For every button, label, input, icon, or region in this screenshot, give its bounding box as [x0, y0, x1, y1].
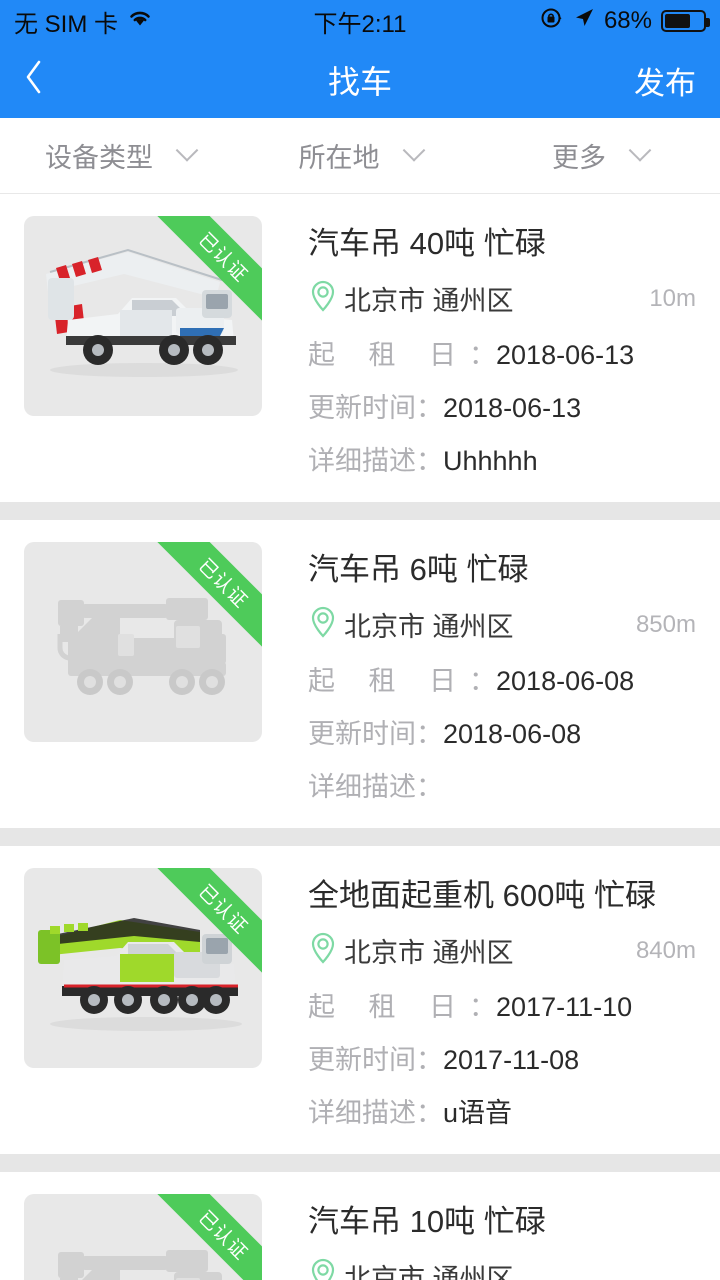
listing-info: 汽车吊 6吨 忙碌 北京市 通州区 850m 起 租 日：2018-06-08 … [262, 542, 696, 804]
listing-card[interactable]: 已认证 全地面起重机 600吨 忙碌 北京市 通州区 840m 起 租 日：20… [0, 846, 720, 1154]
page-title: 找车 [327, 64, 392, 100]
rent-date-value: 2018-06-08 [496, 666, 635, 696]
filter-label: 设备类型 [45, 143, 153, 173]
listing-thumbnail[interactable]: 已认证 [24, 542, 262, 742]
listing-description-row: 详细描述：Uhhhhh [308, 446, 538, 476]
description-value: u语音 [443, 1098, 513, 1128]
listing-title: 汽车吊 40吨 忙碌 [308, 226, 546, 261]
listing-description-row: 详细描述： [308, 772, 443, 802]
rotation-lock-icon [540, 6, 564, 37]
chevron-down-icon [402, 138, 425, 162]
listing-description-row: 详细描述：u语音 [308, 1098, 513, 1128]
listing-title: 汽车吊 10吨 忙碌 [308, 1204, 546, 1239]
update-time-value: 2017-11-08 [443, 1045, 580, 1075]
description-label: 详细描述 [308, 446, 416, 476]
listing-card[interactable]: 已认证 汽车吊 40吨 忙碌 北京市 通州区 10m 起 租 日：2018-06… [0, 194, 720, 502]
listing-location-row: 北京市 通州区 840m [308, 931, 696, 970]
map-pin-icon [308, 931, 338, 970]
listing-thumbnail[interactable]: 已认证 [24, 1194, 262, 1280]
listing-card[interactable]: 已认证 汽车吊 10吨 忙碌 北京市 通州区 起 租 日： 更新时间： 详细描述… [0, 1172, 720, 1280]
listing-location: 北京市 通州区 [344, 938, 514, 968]
status-bar: 无 SIM 卡 下午2:11 68% [0, 0, 720, 42]
rent-date-label: 起 租 日 [308, 666, 470, 696]
rent-date-label: 起 租 日 [308, 340, 470, 370]
list-separator [0, 828, 720, 846]
map-pin-icon [308, 605, 338, 644]
listing-distance: 840m [635, 936, 696, 964]
list-separator [0, 1154, 720, 1172]
listing-location: 北京市 通州区 [344, 1264, 514, 1280]
listing-location-row: 北京市 通州区 [308, 1257, 696, 1280]
battery-icon [661, 10, 710, 32]
listing-info: 汽车吊 10吨 忙碌 北京市 通州区 起 租 日： 更新时间： 详细描述： [262, 1194, 696, 1280]
listing-thumbnail[interactable]: 已认证 [24, 216, 262, 416]
update-time-label: 更新时间 [308, 393, 416, 423]
listing-distance: 850m [635, 610, 696, 638]
wifi-icon [127, 7, 153, 35]
listing-rent-date-row: 起 租 日：2017-11-10 [308, 992, 633, 1022]
rent-date-label: 起 租 日 [308, 992, 470, 1022]
filter-equipment-type[interactable]: 设备类型 [0, 118, 240, 193]
navigation-bar: 找车 发布 [0, 42, 720, 118]
listing-update-time-row: 更新时间：2017-11-08 [308, 1045, 580, 1075]
chevron-down-icon [175, 138, 199, 162]
listing-thumbnail[interactable]: 已认证 [24, 868, 262, 1068]
status-bar-right: 68% [540, 6, 710, 37]
filter-location[interactable]: 所在地 [240, 118, 480, 193]
map-pin-icon [308, 1257, 338, 1280]
listing-location: 北京市 通州区 [344, 612, 514, 642]
filter-label: 所在地 [298, 143, 380, 173]
listing-title: 全地面起重机 600吨 忙碌 [308, 878, 656, 913]
rent-date-value: 2017-11-10 [496, 992, 633, 1022]
listing-location-row: 北京市 通州区 10m [308, 279, 696, 318]
back-button[interactable] [24, 59, 70, 101]
listing-update-time-row: 更新时间：2018-06-13 [308, 393, 582, 423]
battery-percent-label: 68% [603, 7, 652, 34]
status-bar-left: 无 SIM 卡 [14, 4, 153, 39]
map-pin-icon [308, 279, 338, 318]
filter-label: 更多 [552, 143, 606, 173]
listing-list: 已认证 汽车吊 40吨 忙碌 北京市 通州区 10m 起 租 日：2018-06… [0, 194, 720, 1280]
filter-bar: 设备类型 所在地 更多 [0, 118, 720, 194]
location-arrow-icon [573, 7, 595, 36]
update-time-label: 更新时间 [308, 719, 416, 749]
rent-date-value: 2018-06-13 [496, 340, 635, 370]
listing-location: 北京市 通州区 [344, 286, 514, 316]
listing-card[interactable]: 已认证 汽车吊 6吨 忙碌 北京市 通州区 850m 起 租 日：2018-06… [0, 520, 720, 828]
listing-rent-date-row: 起 租 日：2018-06-08 [308, 666, 635, 696]
listing-info: 汽车吊 40吨 忙碌 北京市 通州区 10m 起 租 日：2018-06-13 … [262, 216, 696, 478]
carrier-label: 无 SIM 卡 [14, 10, 119, 38]
listing-distance: 10m [649, 284, 696, 312]
listing-update-time-row: 更新时间：2018-06-08 [308, 719, 582, 749]
list-separator [0, 502, 720, 520]
update-time-value: 2018-06-13 [443, 393, 582, 423]
listing-title: 汽车吊 6吨 忙碌 [308, 552, 529, 587]
listing-info: 全地面起重机 600吨 忙碌 北京市 通州区 840m 起 租 日：2017-1… [262, 868, 696, 1130]
chevron-down-icon [628, 138, 652, 162]
update-time-value: 2018-06-08 [443, 719, 582, 749]
description-value: Uhhhhh [443, 446, 538, 476]
listing-location-row: 北京市 通州区 850m [308, 605, 696, 644]
description-label: 详细描述 [308, 1098, 416, 1128]
listing-rent-date-row: 起 租 日：2018-06-13 [308, 340, 635, 370]
description-label: 详细描述 [308, 772, 416, 802]
filter-more[interactable]: 更多 [480, 118, 720, 193]
publish-button[interactable]: 发布 [634, 58, 696, 103]
update-time-label: 更新时间 [308, 1045, 416, 1075]
